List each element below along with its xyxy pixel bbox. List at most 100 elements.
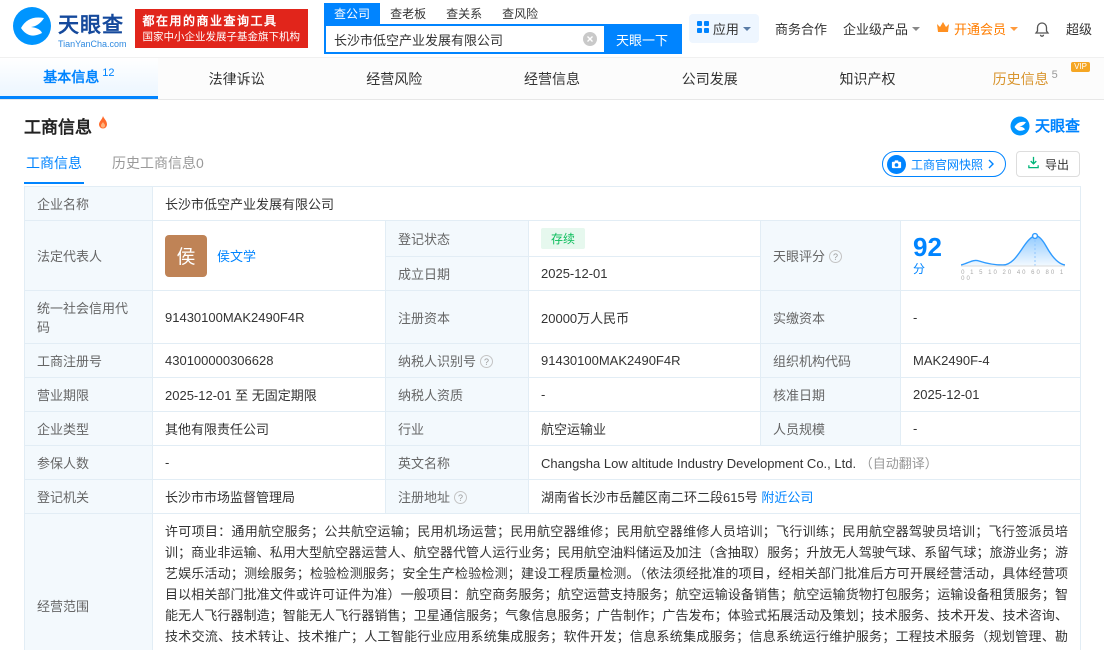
section-title: 工商信息 <box>24 118 92 137</box>
table-row: 法定代表人 侯 侯文学 登记状态 存续 天眼评分 92分 <box>24 220 1082 291</box>
field-value-reg-status: 存续 <box>528 220 761 257</box>
field-label-business-term: 营业期限 <box>24 377 153 412</box>
tab-company-development[interactable]: 公司发展 <box>631 58 789 99</box>
legal-rep-name-link[interactable]: 侯文学 <box>217 246 256 265</box>
field-value-business-term: 2025-12-01 至 无固定期限 <box>152 377 386 412</box>
info-icon[interactable] <box>829 250 843 263</box>
nav-open-vip[interactable]: 开通会员 <box>936 19 1018 38</box>
field-label-insured-count: 参保人数 <box>24 445 153 480</box>
field-label-legal-rep: 法定代表人 <box>24 220 153 291</box>
nearby-companies-link[interactable]: 附近公司 <box>761 490 813 505</box>
field-value-company-type: 其他有限责任公司 <box>152 411 386 446</box>
info-icon[interactable] <box>454 491 468 504</box>
table-row: 企业名称 长沙市低空产业发展有限公司 <box>24 186 1082 221</box>
apps-grid-icon <box>696 21 709 36</box>
field-value-paid-capital: - <box>899 290 1082 344</box>
tab-basic-info[interactable]: 基本信息 12 <box>0 58 158 99</box>
table-row: 统一社会信用代码 91430100MAK2490F4R 注册资本 20000万人… <box>24 290 1082 344</box>
nav-enterprise[interactable]: 企业级产品 <box>843 19 920 38</box>
tab-legal[interactable]: 法律诉讼 <box>158 58 316 99</box>
field-value-establish-date: 2025-12-01 <box>528 256 761 291</box>
field-label-reg-authority: 登记机关 <box>24 479 153 514</box>
legal-rep-avatar[interactable]: 侯 <box>165 234 207 277</box>
field-value-reg-capital: 20000万人民币 <box>528 290 761 344</box>
field-label-tyc-score: 天眼评分 <box>760 220 901 291</box>
info-icon[interactable] <box>480 355 494 368</box>
search-input[interactable] <box>326 31 583 47</box>
table-row: 参保人数 - 英文名称 Changsha Low altitude Indust… <box>24 445 1082 480</box>
field-value-legal-rep: 侯 侯文学 <box>152 220 386 291</box>
nav-super-vip[interactable]: 超级 <box>1066 19 1092 38</box>
field-value-credit-code: 91430100MAK2490F4R <box>152 290 386 344</box>
action-buttons: 工商官网快照 导出 <box>881 151 1080 184</box>
section-header: 工商信息 天眼查 <box>0 100 1104 143</box>
logo-text-cn: 天眼查 <box>58 13 124 37</box>
status-badge: 存续 <box>541 228 586 249</box>
field-value-business-scope: 许可项目：通用航空服务；公共航空运输；民用机场运营；民用航空器维修；民用航空器维… <box>151 513 1082 650</box>
field-label-company-name: 企业名称 <box>24 186 153 221</box>
field-label-establish-date: 成立日期 <box>385 256 529 291</box>
score-mini-chart: 0 1 5 10 20 40 60 80 100 <box>961 229 1068 282</box>
field-value-taxpayer-quality: - <box>528 377 761 412</box>
search-button[interactable]: 天眼一下 <box>604 26 681 52</box>
field-value-org-code: MAK2490F-4 <box>899 343 1082 378</box>
promo-badge: 都在用的商业查询工具 国家中小企业发展子基金旗下机构 <box>134 9 309 48</box>
field-label-business-scope: 经营范围 <box>24 513 153 650</box>
notification-bell-icon[interactable] <box>1034 21 1050 37</box>
subtab-business-info[interactable]: 工商信息 <box>24 147 84 184</box>
field-label-org-code: 组织机构代码 <box>760 343 901 378</box>
field-value-staff-size: - <box>899 411 1082 446</box>
tab-operation-risk[interactable]: 经营风险 <box>315 58 473 99</box>
promo-line1: 都在用的商业查询工具 <box>142 14 278 29</box>
auto-translate-note: （自动翻译） <box>859 456 938 471</box>
brand-text: 天眼查 <box>1034 118 1080 135</box>
tab-history-info[interactable]: 历史信息 5 VIP <box>946 58 1104 99</box>
flame-icon <box>97 116 109 135</box>
field-label-approval-date: 核准日期 <box>760 377 901 412</box>
field-label-reg-status: 登记状态 <box>385 220 529 257</box>
field-value-approval-date: 2025-12-01 <box>899 377 1082 412</box>
field-value-taxpayer-id: 91430100MAK2490F4R <box>528 343 761 378</box>
search-tabs: 查公司 查老板 查关系 查风险 <box>324 3 682 24</box>
field-value-reg-address: 湖南省长沙市岳麓区南二环二段615号 附近公司 <box>527 479 1082 514</box>
tab-intellectual-property[interactable]: 知识产权 <box>789 58 947 99</box>
field-value-tyc-score: 92分 0 1 5 10 20 40 60 80 100 <box>899 220 1082 291</box>
tianyancha-logo-icon <box>12 6 52 51</box>
field-value-reg-number: 430100000306628 <box>152 343 386 378</box>
brand-watermark: 天眼查 <box>1010 115 1080 136</box>
search-tab-boss[interactable]: 查老板 <box>380 3 436 24</box>
field-value-industry: 航空运输业 <box>528 411 761 446</box>
field-label-paid-capital: 实缴资本 <box>760 290 901 344</box>
official-snapshot-button[interactable]: 工商官网快照 <box>881 151 1006 177</box>
nav-cooperation[interactable]: 商务合作 <box>775 19 827 38</box>
subtab-row: 工商信息 历史工商信息0 工商官网快照 导出 <box>0 143 1104 184</box>
field-label-english-name: 英文名称 <box>385 445 529 480</box>
search-tab-relation[interactable]: 查关系 <box>436 3 492 24</box>
logo-text-en: TianYanCha.com <box>58 38 127 49</box>
search-area: 查公司 查老板 查关系 查风险 天眼一下 <box>324 3 683 54</box>
crown-icon <box>936 21 950 36</box>
chevron-down-icon <box>911 26 920 35</box>
chevron-down-icon <box>1009 26 1018 35</box>
export-button[interactable]: 导出 <box>1015 151 1080 177</box>
chevron-right-icon <box>988 159 994 169</box>
field-value-english-name: Changsha Low altitude Industry Developme… <box>527 445 1082 480</box>
business-info-table: 企业名称 长沙市低空产业发展有限公司 法定代表人 侯 侯文学 登记状态 存续 天… <box>24 186 1082 650</box>
score-unit: 分 <box>913 262 926 276</box>
subtab-history-business-info[interactable]: 历史工商信息0 <box>110 147 206 184</box>
camera-icon <box>886 154 906 174</box>
tab-count: 12 <box>102 67 115 79</box>
search-tab-company[interactable]: 查公司 <box>324 3 381 24</box>
field-value-company-name: 长沙市低空产业发展有限公司 <box>151 186 1082 221</box>
clear-search-icon[interactable] <box>582 31 598 47</box>
table-row: 企业类型 其他有限责任公司 行业 航空运输业 人员规模 - <box>24 411 1082 446</box>
tianyancha-logo[interactable]: 天眼查 TianYanCha.com <box>12 6 127 51</box>
score-value: 92 <box>913 232 942 262</box>
table-row: 工商注册号 430100000306628 纳税人识别号 91430100MAK… <box>24 343 1082 378</box>
tab-operation-info[interactable]: 经营信息 <box>473 58 631 99</box>
nav-apps[interactable]: 应用 <box>688 14 759 43</box>
vip-badge: VIP <box>1071 62 1091 72</box>
field-label-reg-capital: 注册资本 <box>385 290 529 344</box>
search-tab-risk[interactable]: 查风险 <box>492 3 548 24</box>
field-label-taxpayer-id: 纳税人识别号 <box>385 343 529 378</box>
